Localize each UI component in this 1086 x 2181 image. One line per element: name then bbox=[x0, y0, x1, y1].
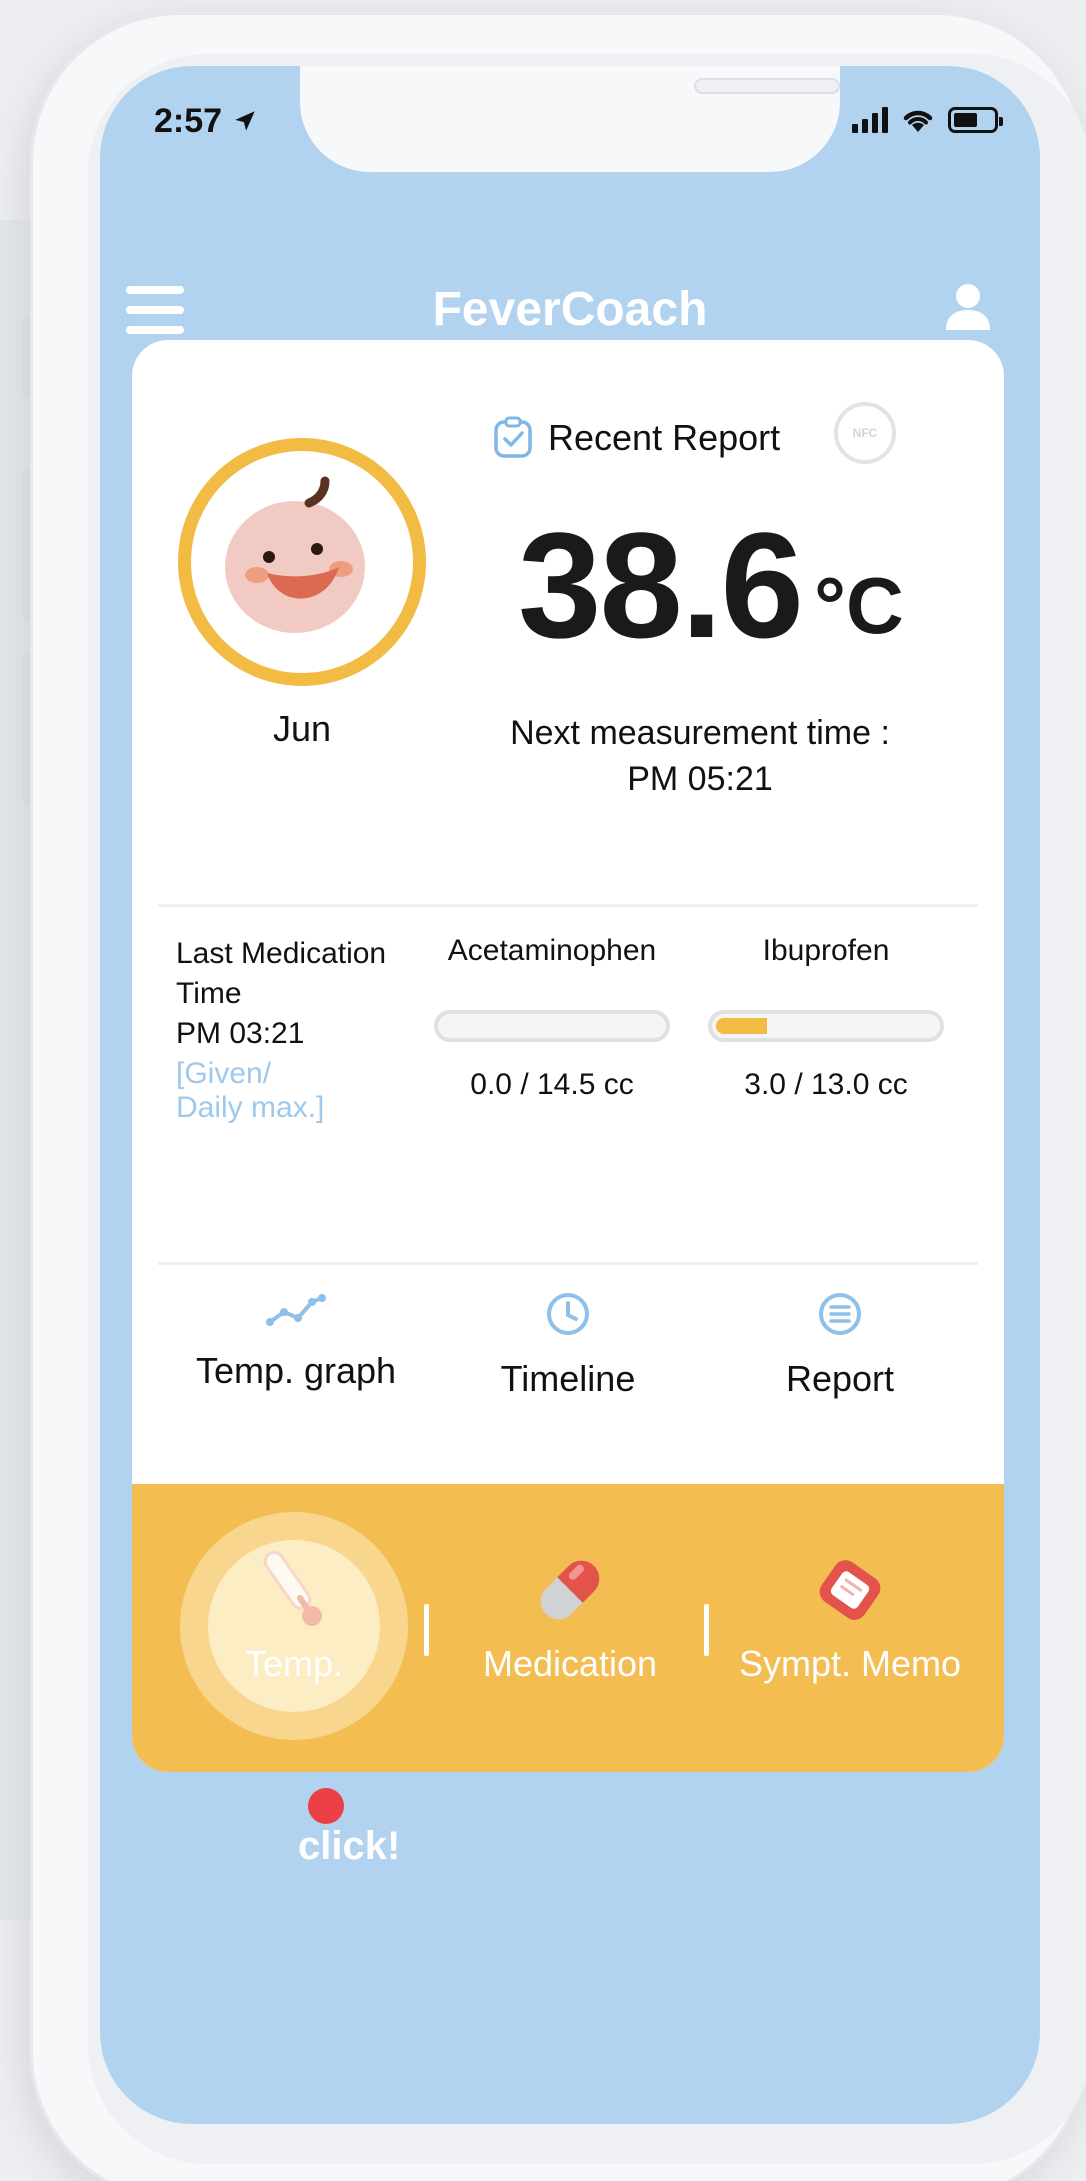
nav-temp-graph[interactable]: Temp. graph bbox=[166, 1290, 426, 1392]
next-measurement-label: Next measurement time : bbox=[510, 714, 890, 752]
nav-timeline[interactable]: Timeline bbox=[438, 1290, 698, 1400]
medication-progress-fill bbox=[716, 1018, 767, 1034]
next-measurement-time: PM 05:21 bbox=[627, 760, 773, 798]
signal-icon bbox=[852, 107, 888, 133]
pill-icon bbox=[540, 1560, 600, 1620]
next-measurement: Next measurement time : PM 05:21 bbox=[480, 710, 920, 802]
action-separator bbox=[424, 1604, 429, 1656]
action-temp-button[interactable]: Temp. bbox=[174, 1548, 414, 1685]
divider bbox=[158, 1262, 978, 1265]
medication-name: Ibuprofen bbox=[762, 934, 890, 967]
medication-name: Acetaminophen bbox=[447, 934, 657, 967]
last-medication-time: PM 03:21 bbox=[176, 1017, 305, 1050]
click-hint: click! bbox=[298, 1824, 401, 1868]
medication-amount: 0.0 / 14.5 cc bbox=[470, 1068, 634, 1101]
recent-report-label: Recent Report bbox=[548, 417, 781, 458]
medication-progress-bar bbox=[708, 1010, 944, 1042]
phone-screen: 2:57 FeverCoach Jun Recent Report NFC 38… bbox=[100, 66, 1040, 2124]
action-separator bbox=[704, 1604, 709, 1656]
speaker bbox=[694, 78, 840, 94]
last-medication-label-2: Time bbox=[176, 977, 242, 1010]
avatar[interactable] bbox=[178, 438, 426, 686]
status-time: 2:57 bbox=[154, 102, 258, 141]
medication-progress-bar bbox=[434, 1010, 670, 1042]
memo-icon bbox=[819, 1560, 881, 1620]
last-medication: Last Medication Time PM 03:21 [Given/ Da… bbox=[176, 934, 416, 1128]
nav-label: Timeline bbox=[500, 1358, 636, 1399]
graph-icon bbox=[266, 1294, 326, 1326]
location-arrow-icon bbox=[234, 111, 255, 131]
medication-ibuprofen: Ibuprofen 3.0 / 13.0 cc bbox=[706, 934, 946, 1102]
action-label: Medication bbox=[482, 1643, 658, 1684]
nav-label: Report bbox=[785, 1358, 895, 1399]
action-label: Temp. bbox=[244, 1643, 344, 1684]
app-title: FeverCoach bbox=[432, 283, 708, 336]
action-label: Sympt. Memo bbox=[738, 1643, 962, 1684]
nfc-badge[interactable]: NFC bbox=[834, 402, 896, 464]
user-icon[interactable] bbox=[944, 282, 992, 332]
battery-icon bbox=[948, 107, 1003, 133]
notch bbox=[300, 66, 840, 172]
baby-face-icon bbox=[225, 476, 365, 633]
medication-acetaminophen: Acetaminophen 0.0 / 14.5 cc bbox=[432, 934, 672, 1102]
click-indicator-dot bbox=[308, 1788, 344, 1824]
action-symptom-memo-button[interactable]: Sympt. Memo bbox=[730, 1548, 970, 1685]
summary-card: Jun Recent Report NFC 38.6 °C Next measu… bbox=[132, 340, 1004, 1772]
thermometer-icon bbox=[263, 1551, 322, 1626]
last-medication-label-1: Last Medication bbox=[176, 937, 387, 970]
temperature-unit: °C bbox=[814, 561, 904, 650]
clock-icon bbox=[547, 1293, 589, 1335]
medication-note-2: Daily max.] bbox=[176, 1091, 325, 1124]
wifi-icon bbox=[903, 110, 933, 132]
recent-report-link[interactable]: Recent Report bbox=[492, 416, 780, 460]
divider bbox=[158, 904, 978, 907]
action-bar: Temp. Medication Sympt. Memo bbox=[132, 1484, 1004, 1772]
status-icons bbox=[852, 106, 1003, 134]
list-icon bbox=[819, 1293, 861, 1335]
nav-report[interactable]: Report bbox=[710, 1290, 970, 1400]
nav-label: Temp. graph bbox=[195, 1350, 397, 1391]
clipboard-check-icon bbox=[494, 416, 532, 458]
child-name: Jun bbox=[272, 708, 332, 749]
medication-amount: 3.0 / 13.0 cc bbox=[744, 1068, 908, 1101]
action-medication-button[interactable]: Medication bbox=[450, 1548, 690, 1685]
temperature-value: 38.6 bbox=[518, 501, 804, 669]
